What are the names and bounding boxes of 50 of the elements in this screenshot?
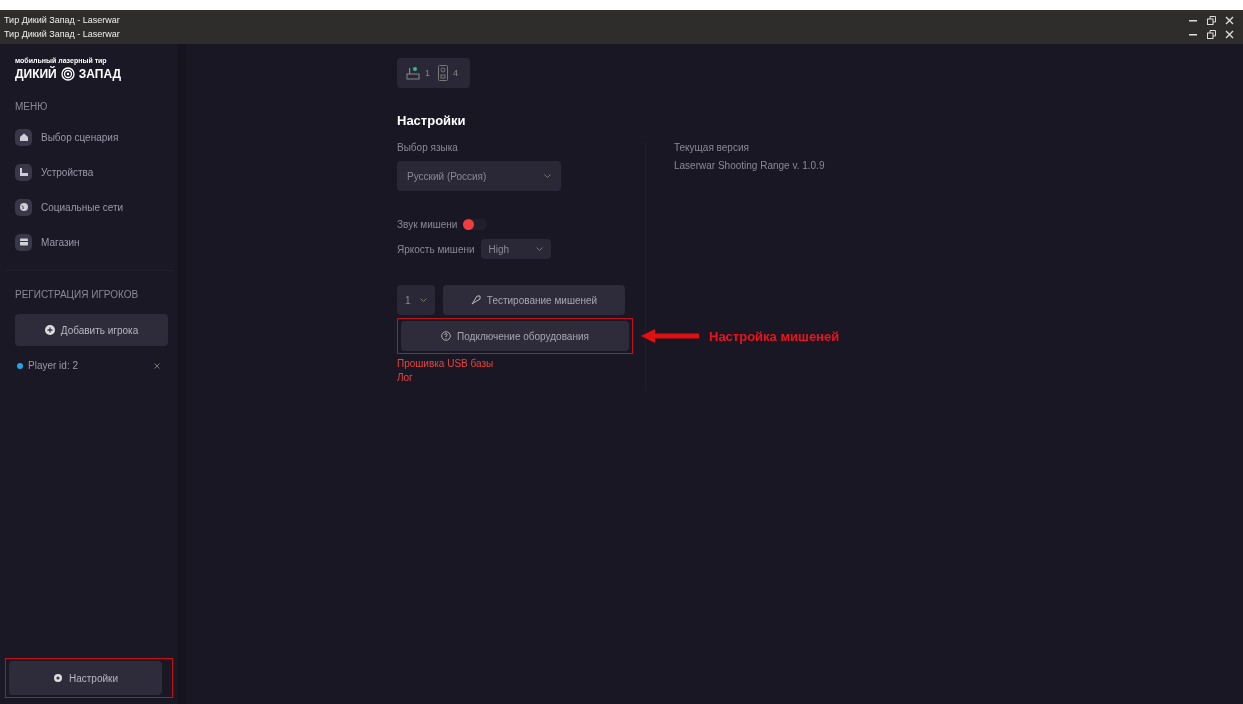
field-label: Звук мишени (397, 218, 458, 230)
logo-text: ЗАПАД (78, 67, 122, 81)
sound-toggle[interactable] (463, 218, 488, 230)
device-count: 1 (425, 68, 430, 78)
language-dropdown[interactable]: Русский (Россия) (397, 161, 561, 191)
page-title: Настройки (397, 113, 467, 128)
chevron-down-icon (420, 298, 427, 302)
connect-equipment-button[interactable]: Подключение оборудования (401, 321, 629, 351)
link[interactable]: Прошивка USB базы (397, 358, 645, 370)
window-title: Тир Дикий Запад - Laserwar (4, 15, 120, 25)
test-targets-button[interactable]: Тестирование мишеней (443, 285, 625, 315)
target-number-dropdown[interactable]: 1 (397, 285, 435, 315)
device-count: 4 (453, 68, 459, 78)
menu-item[interactable]: Социальные сети (5, 197, 173, 217)
chevron-down-icon (535, 247, 543, 251)
target-icon (60, 67, 75, 81)
close-icon (154, 362, 160, 369)
section-heading: МЕНЮ (14, 101, 49, 112)
annotation-label: Настройка мишеней (709, 328, 840, 344)
router-icon (406, 66, 420, 80)
menu-item[interactable]: Магазин (5, 232, 173, 252)
remove-button[interactable] (153, 361, 161, 370)
restore-button[interactable] (1205, 28, 1217, 40)
player-name: Player id: 2 (28, 360, 80, 371)
field-label: Яркость мишени (397, 243, 475, 255)
brightness-dropdown[interactable]: High (480, 239, 551, 259)
chevron-down-icon (544, 174, 551, 178)
restore-icon (1206, 15, 1216, 25)
field-label: Текущая версия (674, 142, 750, 153)
link[interactable]: Лог (397, 372, 645, 384)
logo-text: ДИКИЙ (15, 67, 57, 81)
help-icon (441, 331, 452, 341)
close-icon (1224, 29, 1234, 39)
field-label: Выбор языка (397, 142, 459, 153)
arrow-icon (641, 329, 699, 343)
close-icon (1224, 15, 1234, 25)
restore-icon (1206, 29, 1216, 39)
gear-icon (52, 673, 63, 683)
section-heading: РЕГИСТРАЦИЯ ИГРОКОВ (14, 289, 140, 300)
menu-item[interactable]: Устройства (5, 162, 173, 182)
restore-button[interactable] (1205, 14, 1217, 26)
device-icon (438, 65, 448, 81)
plus-circle-icon (44, 325, 55, 335)
add-player-button[interactable]: Добавить игрока (15, 314, 168, 346)
close-button[interactable] (1223, 14, 1235, 26)
window-title: Тир Дикий Запад - Laserwar (4, 29, 120, 39)
version-text: Laserwar Shooting Range v. 1.0.9 (674, 160, 825, 171)
close-button[interactable] (1223, 28, 1235, 40)
settings-button[interactable]: Настройки (9, 661, 162, 695)
menu-item[interactable]: Выбор сценария (5, 127, 173, 147)
